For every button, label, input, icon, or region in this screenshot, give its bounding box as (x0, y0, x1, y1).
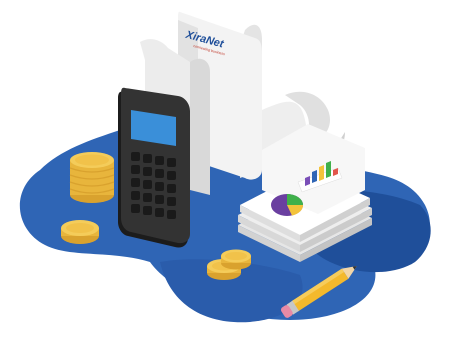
calculator-icon (118, 87, 190, 248)
coin-stack-icon (69, 152, 115, 203)
pie-chart-icon (271, 194, 304, 216)
coin-icon (61, 220, 99, 244)
finance-illustration: XiraNet connecting business (19, 11, 431, 323)
